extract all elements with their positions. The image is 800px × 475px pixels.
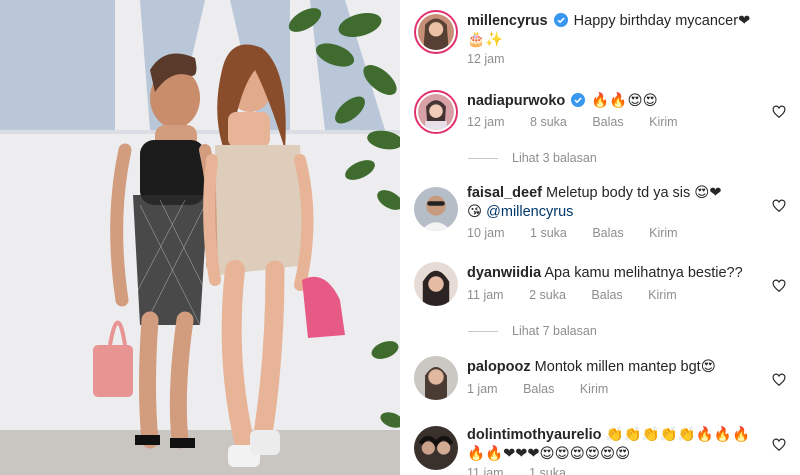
comment-item: dolintimothyaurelio 👏👏👏👏👏🔥🔥🔥 🔥🔥❤❤❤😍😍😍😍😍😍… — [414, 424, 786, 475]
likes-count[interactable]: 8 suka — [530, 115, 567, 129]
reply-button[interactable]: Balas — [591, 288, 622, 302]
comment-item: dyanwiidia Apa kamu melihatnya bestie?? … — [414, 262, 786, 312]
send-button[interactable]: Kirim — [649, 226, 677, 240]
comment-time: 11 jam — [467, 288, 504, 302]
reply-button[interactable]: Balas — [592, 226, 623, 240]
comment-item: palopooz Montok millen mantep bgt😍 1 jam… — [414, 356, 786, 406]
post-viewer: millencyrus Happy birthday mycancer❤ 🎂✨ … — [0, 0, 800, 475]
likes-count[interactable]: 2 suka — [529, 288, 566, 302]
author-avatar[interactable] — [414, 10, 458, 54]
replies-divider — [468, 157, 498, 159]
comment-text: Montok millen mantep bgt😍 — [534, 359, 716, 375]
heart-outline-icon[interactable] — [772, 279, 786, 293]
commenter-username[interactable]: dolintimothyaurelio — [467, 427, 602, 443]
replies-divider — [468, 330, 498, 332]
verified-badge-icon — [571, 93, 586, 107]
send-button[interactable]: Kirim — [649, 115, 677, 129]
commenter-avatar[interactable] — [414, 90, 458, 134]
comment-text: 🔥🔥😍😍 — [591, 93, 658, 109]
caption-time: 12 jam — [467, 52, 505, 66]
caption-text: Happy birthday mycancer❤ — [573, 13, 751, 29]
view-replies-label[interactable]: Lihat 7 balasan — [512, 324, 597, 338]
comment-time: 1 jam — [467, 382, 498, 396]
post-photo[interactable] — [0, 0, 400, 475]
comment-text: Meletup body td ya sis 😍❤ — [546, 185, 722, 201]
comment-time: 10 jam — [467, 226, 505, 240]
comment-text: 👏👏👏👏👏🔥🔥🔥 — [605, 427, 750, 443]
heart-outline-icon[interactable] — [772, 438, 786, 452]
comments-panel: millencyrus Happy birthday mycancer❤ 🎂✨ … — [400, 0, 800, 475]
commenter-avatar[interactable] — [414, 187, 458, 231]
verified-badge-icon — [553, 13, 568, 27]
comment-item: nadiapurwoko 🔥🔥😍😍 12 jam 8 suka Balas Ki… — [414, 90, 786, 140]
heart-outline-icon[interactable] — [772, 105, 786, 119]
commenter-username[interactable]: nadiapurwoko — [467, 93, 565, 109]
heart-outline-icon[interactable] — [772, 199, 786, 213]
send-button[interactable]: Kirim — [580, 382, 608, 396]
photo-illustration — [0, 0, 400, 475]
comment-time: 11 jam — [467, 466, 504, 475]
view-replies-button[interactable]: Lihat 3 balasan — [468, 151, 597, 165]
post-caption: millencyrus Happy birthday mycancer❤ 🎂✨ … — [414, 10, 786, 70]
commenter-username[interactable]: faisal_deef — [467, 185, 542, 201]
reply-button[interactable]: Balas — [523, 382, 554, 396]
send-button[interactable]: Kirim — [648, 288, 676, 302]
commenter-avatar[interactable] — [414, 356, 458, 400]
heart-outline-icon[interactable] — [772, 373, 786, 387]
comment-text-line2: 🔥🔥❤❤❤😍😍😍😍😍😍 — [467, 446, 631, 462]
view-replies-button[interactable]: Lihat 7 balasan — [468, 324, 597, 338]
commenter-avatar[interactable] — [414, 426, 458, 470]
comment-text-emoji: 😘 — [467, 204, 483, 220]
reply-button[interactable]: Balas — [592, 115, 623, 129]
comment-time: 12 jam — [467, 115, 505, 129]
view-replies-label[interactable]: Lihat 3 balasan — [512, 151, 597, 165]
comment-item: faisal_deef Meletup body td ya sis 😍❤ 😘 … — [414, 182, 786, 242]
likes-count[interactable]: 1 suka — [529, 466, 566, 475]
commenter-username[interactable]: palopooz — [467, 359, 531, 375]
commenter-username[interactable]: dyanwiidia — [467, 265, 541, 281]
mention-link[interactable]: @millencyrus — [486, 204, 573, 220]
author-username[interactable]: millencyrus — [467, 13, 548, 29]
commenter-avatar[interactable] — [414, 262, 458, 306]
caption-text-line2: 🎂✨ — [467, 32, 504, 48]
likes-count[interactable]: 1 suka — [530, 226, 567, 240]
comment-text: Apa kamu melihatnya bestie?? — [544, 265, 743, 281]
